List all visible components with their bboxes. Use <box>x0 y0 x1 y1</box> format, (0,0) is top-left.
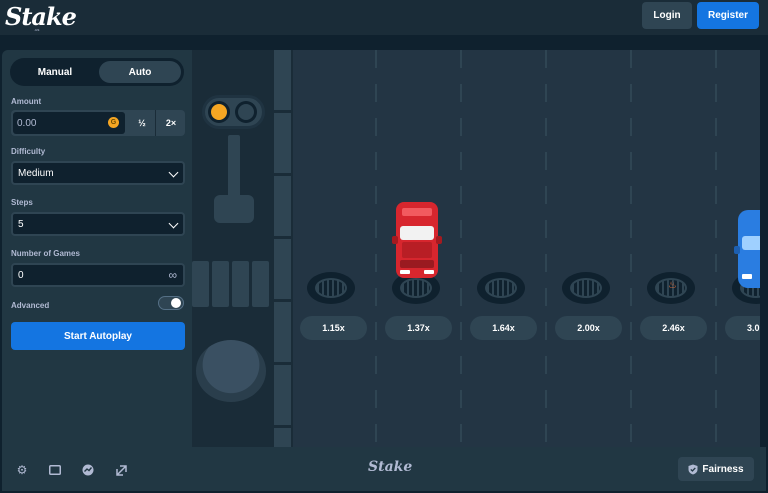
tab-manual[interactable]: Manual <box>14 61 96 83</box>
half-amount-button[interactable]: ½ <box>129 110 156 136</box>
game-board: ♨ 1.15x 1.37x 1.64x 2.00x 2.46x 3.0 <box>192 50 760 447</box>
amount-group: 0.00 G ½ 2× <box>11 110 185 136</box>
top-bar: Stake .us Login Register <box>0 0 768 36</box>
manhole-step-3[interactable] <box>477 272 525 304</box>
footer-logo: Stake <box>368 459 413 475</box>
tab-auto[interactable]: Auto <box>99 61 181 83</box>
multiplier-step-4: 2.00x <box>555 316 622 340</box>
infinity-icon[interactable]: ∞ <box>168 268 177 282</box>
crosswalk-stripe <box>212 261 229 307</box>
crosswalk-stripe <box>252 261 269 307</box>
manhole-step-1[interactable] <box>307 272 355 304</box>
red-car <box>392 202 442 278</box>
crosswalk-stripe <box>192 261 209 307</box>
difficulty-label: Difficulty <box>11 147 46 156</box>
blue-car <box>734 210 760 288</box>
double-amount-button[interactable]: 2× <box>157 110 185 136</box>
road <box>293 50 760 447</box>
chevron-down-icon <box>168 218 179 229</box>
steps-label: Steps <box>11 198 33 207</box>
chevron-down-icon <box>168 167 179 178</box>
manhole-step-4[interactable] <box>562 272 610 304</box>
popout-icon[interactable] <box>114 463 128 477</box>
crosswalk-stripe <box>232 261 249 307</box>
traffic-light-yellow <box>211 104 227 120</box>
gold-coin-icon: G <box>108 117 119 128</box>
multiplier-step-6: 3.0 <box>725 316 760 340</box>
lane-divider <box>460 50 462 447</box>
theater-mode-icon[interactable] <box>48 463 62 477</box>
fairness-label: Fairness <box>702 463 744 475</box>
shield-check-icon <box>688 464 698 474</box>
stats-icon[interactable] <box>81 463 95 477</box>
register-button[interactable]: Register <box>697 2 759 29</box>
logo-suffix: .us <box>34 27 40 32</box>
multiplier-step-2: 1.37x <box>385 316 452 340</box>
difficulty-select[interactable]: Medium <box>11 161 185 185</box>
multiplier-step-3: 1.64x <box>470 316 537 340</box>
fairness-button[interactable]: Fairness <box>678 457 754 481</box>
toggle-knob <box>171 298 181 308</box>
steps-select[interactable]: 5 <box>11 212 185 236</box>
games-value: 0 <box>18 269 24 281</box>
lane-divider <box>375 50 377 447</box>
number-of-games-input[interactable]: 0 ∞ <box>11 263 185 287</box>
multiplier-step-5: 2.46x <box>640 316 707 340</box>
login-button[interactable]: Login <box>642 2 692 29</box>
traffic-light-off <box>238 104 254 120</box>
flame-icon: ♨ <box>668 280 677 291</box>
amount-value: 0.00 <box>17 117 37 129</box>
curb <box>274 50 291 447</box>
traffic-light <box>202 95 265 129</box>
steps-value: 5 <box>18 218 24 230</box>
games-label: Number of Games <box>11 249 80 258</box>
advanced-toggle[interactable] <box>158 296 184 310</box>
amount-label: Amount <box>11 97 42 106</box>
difficulty-value: Medium <box>18 167 54 179</box>
bet-controls-panel: Manual Auto Amount 0.00 G ½ 2× Difficult… <box>2 50 192 447</box>
stake-logo[interactable]: Stake <box>5 2 77 31</box>
traffic-light-base <box>214 195 254 223</box>
multiplier-step-1: 1.15x <box>300 316 367 340</box>
advanced-label: Advanced <box>11 301 50 310</box>
settings-icon[interactable]: ⚙ <box>15 463 29 477</box>
lane-divider <box>715 50 717 447</box>
mode-tabs: Manual Auto <box>10 58 184 86</box>
manhole-step-5[interactable]: ♨ <box>647 272 695 304</box>
lane-divider <box>630 50 632 447</box>
lane-divider <box>545 50 547 447</box>
amount-input[interactable]: 0.00 G <box>13 112 125 134</box>
bush-decoration <box>196 340 266 402</box>
game-footer: ⚙ Stake Fairness <box>2 447 766 491</box>
start-autoplay-button[interactable]: Start Autoplay <box>11 322 185 350</box>
